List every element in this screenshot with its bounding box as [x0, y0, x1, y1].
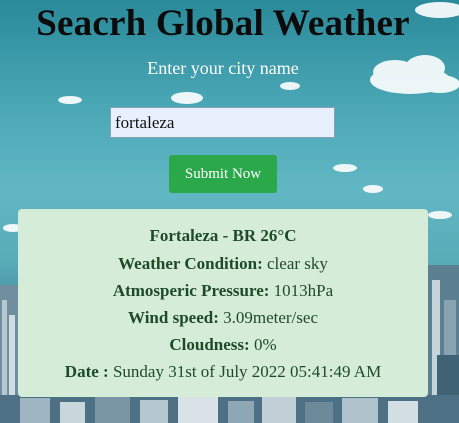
page-title: Seacrh Global Weather — [36, 3, 410, 44]
submit-button[interactable]: Submit Now — [169, 155, 277, 193]
cloudiness-row: Cloudness: 0% — [18, 335, 428, 355]
location-temperature: Fortaleza - BR 26°C — [149, 226, 297, 245]
wind-speed-value: 3.09meter/sec — [223, 308, 318, 327]
city-input[interactable] — [110, 107, 335, 138]
wind-speed-row: Wind speed: 3.09meter/sec — [18, 308, 428, 328]
pressure-value: 1013hPa — [273, 281, 334, 300]
date-value: Sunday 31st of July 2022 05:41:49 AM — [112, 362, 382, 381]
weather-result-card: Fortaleza - BR 26°C Weather Condition: c… — [18, 209, 428, 397]
cloudiness-label: Cloudness: — [169, 335, 250, 354]
pressure-row: Atmosperic Pressure: 1013hPa — [18, 281, 428, 301]
pressure-label: Atmosperic Pressure: — [112, 281, 270, 300]
weather-condition-row: Weather Condition: clear sky — [18, 254, 428, 274]
date-row: Date : Sunday 31st of July 2022 05:41:49… — [18, 362, 428, 382]
weather-condition-label: Weather Condition: — [118, 254, 263, 273]
weather-condition-value: clear sky — [267, 254, 328, 273]
cloudiness-value: 0% — [253, 335, 277, 354]
date-label: Date : — [64, 362, 109, 381]
wind-speed-label: Wind speed: — [128, 308, 219, 327]
city-prompt-label: Enter your city name — [147, 58, 299, 78]
